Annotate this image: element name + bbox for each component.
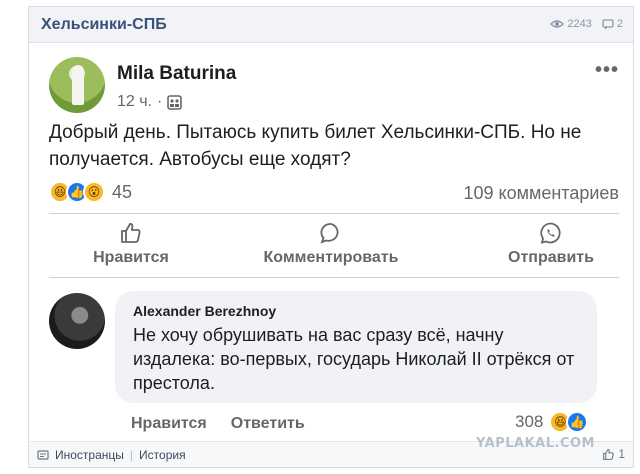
post-reactions: 😆 👍 😮 45 xyxy=(49,181,132,203)
post-author: Mila Baturina xyxy=(117,63,237,84)
divider xyxy=(49,213,619,214)
topic-stats: 2243 2 xyxy=(550,18,623,30)
post-meta: 12 ч. · xyxy=(117,93,183,111)
comments-count: 109 комментариев xyxy=(463,183,619,203)
comment-reply-label: Ответить xyxy=(230,415,305,432)
comment-label: Комментировать xyxy=(263,249,399,266)
like-action: Нравится xyxy=(41,221,221,267)
like-icon: 👍 xyxy=(566,411,589,433)
topic-tags: Иностранцы | История xyxy=(37,448,186,462)
like-label: Нравится xyxy=(93,249,169,266)
speech-bubble-icon xyxy=(320,223,339,244)
reactions-count: 45 xyxy=(112,181,133,202)
divider xyxy=(49,277,619,278)
views-stat: 2243 xyxy=(550,18,592,30)
site-watermark: YAPLAKAL.COM xyxy=(476,436,595,451)
topic-like-button[interactable]: 1 xyxy=(602,447,625,461)
audience-icon xyxy=(167,94,183,110)
comment-like-label: Нравится xyxy=(131,415,207,432)
tag-link[interactable]: История xyxy=(139,448,186,462)
views-count: 2243 xyxy=(567,18,592,30)
comment-reactions: 308 😆 👍 xyxy=(515,411,589,433)
comment-author: Alexander Berezhnoy xyxy=(133,303,277,319)
post-text: Добрый день. Пытаюсь купить билет Хельси… xyxy=(49,122,582,170)
eye-icon xyxy=(550,20,565,28)
comment-actions: Нравится Ответить xyxy=(131,415,305,433)
share-action: Отправить xyxy=(461,221,640,267)
wow-icon: 😮 xyxy=(83,181,105,203)
commenter-avatar xyxy=(49,293,105,349)
topic-title[interactable]: Хельсинки-СПБ xyxy=(41,16,167,34)
comment-icon xyxy=(602,18,614,29)
author-avatar xyxy=(49,57,105,113)
comment-bubble: Alexander Berezhnoy Не хочу обрушивать н… xyxy=(115,291,597,403)
messenger-icon xyxy=(540,222,561,244)
topic-header: Хельсинки-СПБ 2243 2 xyxy=(29,7,633,43)
tag-link[interactable]: Иностранцы xyxy=(55,448,124,462)
comments-stat[interactable]: 2 xyxy=(602,18,623,30)
post-time: 12 ч. xyxy=(117,93,153,110)
share-label: Отправить xyxy=(508,249,594,266)
tag-icon xyxy=(37,450,49,460)
comment-action: Комментировать xyxy=(241,221,421,267)
comment-text: Не хочу обрушивать на вас сразу всё, нач… xyxy=(133,325,575,393)
thumb-icon xyxy=(603,448,615,460)
topic-card: Хельсинки-СПБ 2243 2 Mila Baturina 12 ч.… xyxy=(28,6,634,468)
comments-stat-count: 2 xyxy=(616,18,623,30)
topic-like-count: 1 xyxy=(618,447,625,461)
thumb-icon xyxy=(121,223,141,243)
facebook-post-screenshot: Mila Baturina 12 ч. · ••• Добрый день. П… xyxy=(41,45,623,437)
more-icon: ••• xyxy=(594,59,619,81)
comment-reactions-count: 308 xyxy=(515,412,544,431)
